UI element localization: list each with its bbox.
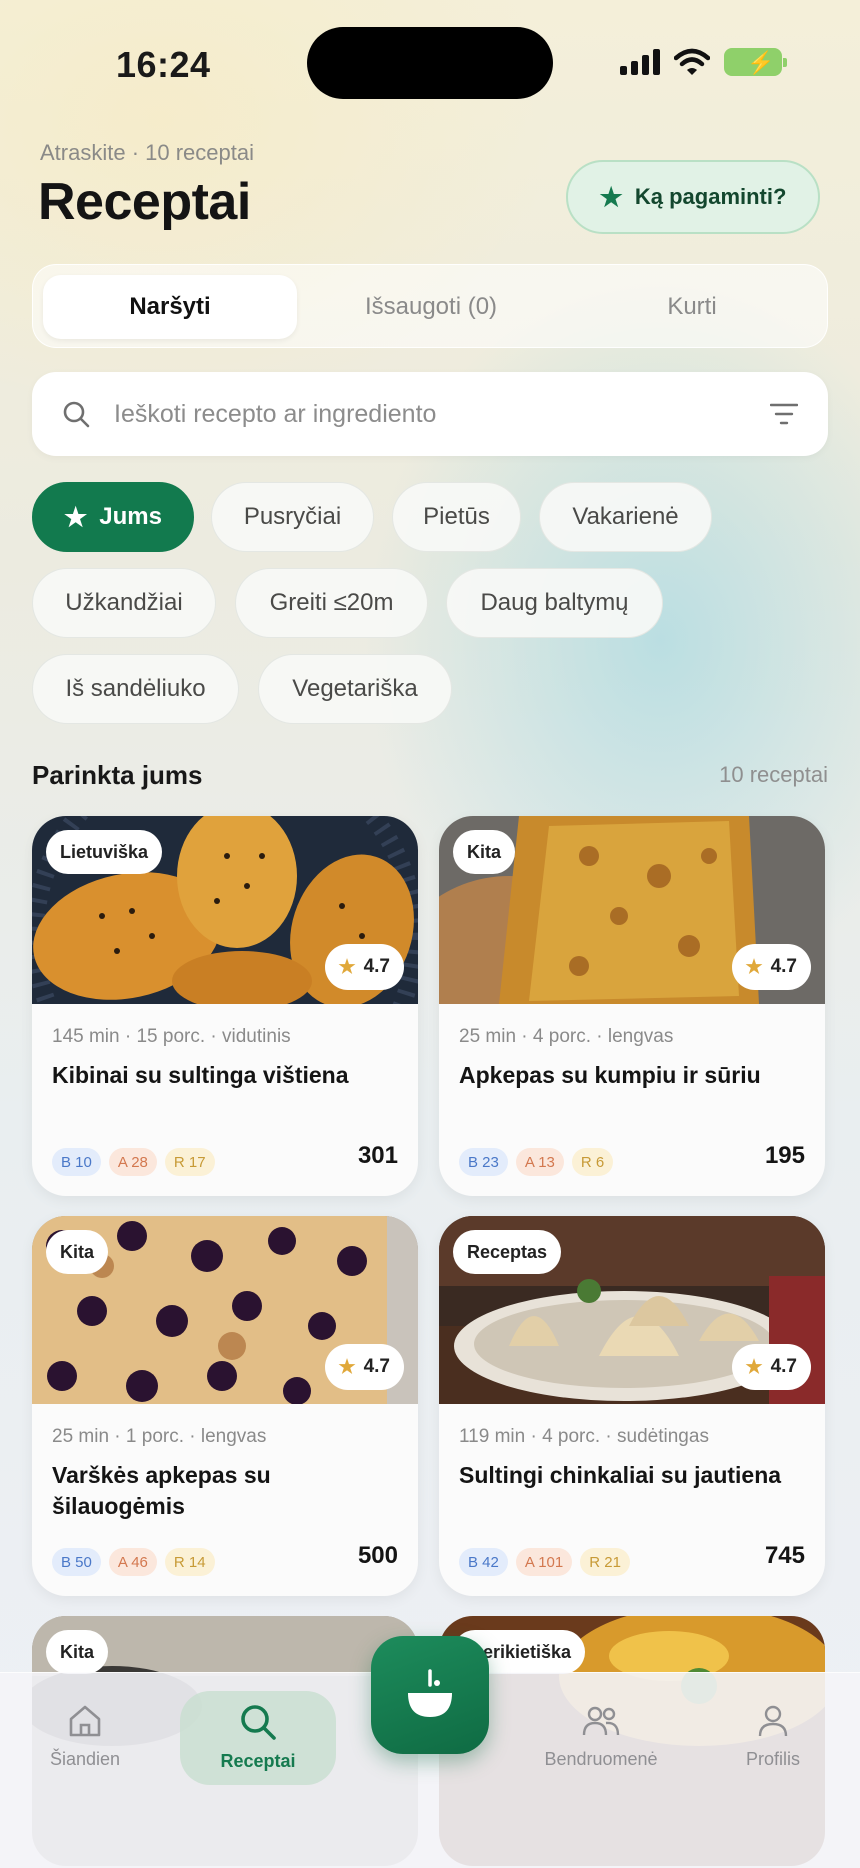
chip-for-you[interactable]: ★ Jums — [32, 482, 194, 552]
star-icon: ★ — [338, 956, 356, 978]
search-icon — [241, 1705, 276, 1740]
recipe-name: Apkepas su kumpiu ir sūriu — [459, 1062, 761, 1088]
rating-value: 4.7 — [363, 1356, 390, 1377]
fat-pill: A 46 — [108, 1548, 157, 1576]
cook-action-button[interactable] — [371, 1636, 489, 1754]
nav-recipes[interactable]: Receptai — [180, 1691, 336, 1785]
fat-pill: A 101 — [515, 1548, 573, 1576]
calories: 500 — [357, 1542, 398, 1569]
search-input[interactable]: Ieškoti recepto ar ingrediento — [32, 372, 828, 456]
carbs-pill: R 14 — [164, 1548, 215, 1576]
star-icon: ★ — [63, 501, 88, 532]
star-icon: ★ — [338, 1356, 356, 1378]
battery-icon: ⚡ — [724, 48, 787, 76]
home-icon — [69, 1705, 101, 1737]
chip-high-protein[interactable]: Daug baltymų — [446, 568, 663, 638]
chip-lunch[interactable]: Pietūs — [392, 482, 521, 552]
carbs-pill: R 6 — [571, 1148, 614, 1176]
section-title: Parinkta jums — [32, 760, 203, 790]
protein-pill: B 50 — [52, 1548, 101, 1576]
nav-profile[interactable]: Profilis — [698, 1703, 848, 1793]
recipe-meta: 25 min · 4 porc. · lengvas — [459, 1026, 674, 1047]
cuisine-tag: Kita — [46, 1230, 109, 1274]
nav-label: Profilis — [745, 1749, 800, 1769]
recipe-name: Kibinai su sultinga vištiena — [52, 1062, 349, 1088]
chip-dinner[interactable]: Vakarienė — [539, 482, 712, 552]
nav-today[interactable]: Šiandien — [10, 1703, 160, 1793]
segmented-tabs: Naršyti Išsaugoti (0) Kurti — [32, 264, 828, 348]
macros: B 23 A 13 R 6 — [459, 1148, 614, 1176]
rating-value: 4.7 — [770, 1356, 797, 1377]
cuisine-tag: Kita — [453, 830, 516, 874]
protein-pill: B 10 — [52, 1148, 101, 1176]
chip-pantry[interactable]: Iš sandėliuko — [32, 654, 239, 724]
cellular-signal-icon — [620, 49, 660, 75]
calories: 745 — [764, 1542, 805, 1569]
person-icon — [758, 1705, 788, 1737]
carbs-pill: R 21 — [580, 1548, 630, 1576]
tab-create[interactable]: Kurti — [565, 275, 819, 339]
protein-pill: B 23 — [459, 1148, 508, 1176]
bowl-icon — [408, 1669, 452, 1717]
fat-pill: A 13 — [515, 1148, 564, 1176]
section-count: 10 receptai — [719, 762, 828, 787]
chip-vegetarian[interactable]: Vegetariška — [258, 654, 452, 724]
star-icon: ★ — [599, 181, 623, 212]
page-subtitle: Atraskite · 10 receptai — [40, 140, 254, 165]
tab-saved[interactable]: Išsaugoti (0) — [304, 275, 558, 339]
star-icon: ★ — [745, 956, 763, 978]
rating-badge: ★ 4.7 — [731, 944, 811, 990]
chip-quick[interactable]: Greiti ≤20m — [235, 568, 428, 638]
rating-value: 4.7 — [770, 956, 797, 977]
protein-pill: B 42 — [459, 1548, 508, 1576]
recipe-card[interactable]: Receptas ★ 4.7 119 min · 4 porc. · sudėti… — [439, 1216, 825, 1596]
rating-badge: ★ 4.7 — [324, 944, 404, 990]
rating-badge: ★ 4.7 — [731, 1344, 811, 1390]
recipe-card[interactable]: Kita ★ 4.7 25 min · 1 porc. · lengvas Var… — [32, 1216, 418, 1596]
page-title: Receptai — [38, 173, 251, 231]
what-to-cook-label: Ką pagaminti? — [634, 184, 787, 209]
nav-label: Šiandien — [49, 1749, 121, 1769]
dynamic-island — [307, 27, 553, 99]
chip-snacks[interactable]: Užkandžiai — [32, 568, 216, 638]
chip-label: Jums — [99, 503, 162, 530]
macros: B 42 A 101 R 21 — [459, 1548, 630, 1576]
status-time: 16:24 — [116, 44, 211, 85]
rating-badge: ★ 4.7 — [324, 1344, 404, 1390]
carbs-pill: R 17 — [164, 1148, 215, 1176]
chip-breakfast[interactable]: Pusryčiai — [211, 482, 374, 552]
recipe-meta: 25 min · 1 porc. · lengvas — [52, 1426, 267, 1447]
wifi-icon — [674, 48, 710, 75]
fat-pill: A 28 — [108, 1148, 157, 1176]
people-icon — [582, 1706, 620, 1736]
recipe-name: Varškės apkepas su šilauogėmis — [52, 1462, 271, 1519]
filter-icon[interactable] — [770, 402, 798, 426]
recipe-meta: 119 min · 4 porc. · sudėtingas — [459, 1426, 709, 1447]
search-placeholder: Ieškoti recepto ar ingrediento — [114, 400, 437, 428]
nav-label: Bendruomenė — [544, 1749, 658, 1769]
tab-browse[interactable]: Naršyti — [43, 275, 297, 339]
nav-label: Receptai — [220, 1751, 296, 1771]
status-icons: ⚡ — [620, 48, 787, 76]
nav-community[interactable]: Bendruomenė — [526, 1703, 676, 1793]
calories: 301 — [357, 1142, 398, 1169]
star-icon: ★ — [745, 1356, 763, 1378]
recipe-card[interactable]: Lietuviška ★ 4.7 145 min · 15 porc. · vid… — [32, 816, 418, 1196]
search-icon — [63, 401, 90, 428]
rating-value: 4.7 — [363, 956, 390, 977]
cuisine-tag: Kita — [46, 1630, 109, 1674]
macros: B 50 A 46 R 14 — [52, 1548, 215, 1576]
cuisine-tag: Lietuviška — [46, 830, 163, 874]
recipe-card[interactable]: Kita ★ 4.7 25 min · 4 porc. · lengvas Apk… — [439, 816, 825, 1196]
recipe-name: Sultingi chinkaliai su jautiena — [459, 1462, 782, 1488]
what-to-cook-button[interactable]: ★ Ką pagaminti? — [566, 160, 820, 234]
macros: B 10 A 28 R 17 — [52, 1148, 215, 1176]
cuisine-tag: Receptas — [453, 1230, 562, 1274]
recipe-meta: 145 min · 15 porc. · vidutinis — [52, 1026, 291, 1047]
calories: 195 — [764, 1142, 805, 1169]
